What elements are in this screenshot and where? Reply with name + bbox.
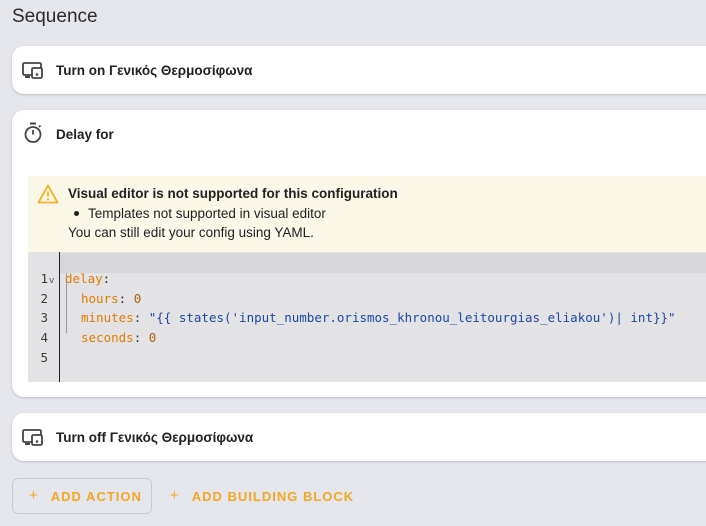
- line-number: 3: [40, 310, 48, 325]
- text-cursor: [59, 252, 60, 382]
- code-line[interactable]: hours: 0: [81, 291, 141, 306]
- action-label: Delay for: [56, 126, 114, 142]
- line-number: 4: [40, 330, 48, 345]
- device-icon: [22, 426, 44, 448]
- action-card-delay[interactable]: Delay for Visual editor is not supported…: [12, 110, 706, 397]
- line-number-gutter: 1 v 2 3 4 5: [28, 252, 60, 382]
- line-number: 2: [40, 291, 48, 306]
- active-line-highlight: [60, 253, 706, 273]
- timer-icon: [22, 122, 44, 144]
- plus-icon: +: [170, 486, 180, 504]
- code-line[interactable]: minutes: "{{ states('input_number.orismo…: [81, 310, 676, 325]
- code-line[interactable]: delay:: [65, 271, 110, 286]
- action-label: Turn off Γενικός Θερμοσίφωνα: [56, 429, 254, 445]
- action-label: Turn on Γενικός Θερμοσίφωνα: [56, 62, 253, 78]
- add-building-block-label: ADD BUILDING BLOCK: [191, 488, 355, 504]
- add-action-label: ADD ACTION: [50, 488, 142, 504]
- device-icon: [22, 59, 44, 81]
- automation-editor: Sequence Turn on Γενικός Θερμοσίφωνα Del…: [0, 0, 706, 526]
- warning-item-text: Templates not supported in visual editor: [88, 206, 326, 221]
- add-action-button[interactable]: + ADD ACTION: [12, 478, 152, 514]
- add-building-block-button[interactable]: + ADD BUILDING BLOCK: [170, 478, 354, 514]
- warning-title: Visual editor is not supported for this …: [68, 186, 398, 201]
- action-card-turn-off[interactable]: Turn off Γενικός Θερμοσίφωνα: [12, 413, 706, 461]
- warning-note: You can still edit your config using YAM…: [68, 225, 314, 240]
- action-card-turn-on[interactable]: Turn on Γενικός Θερμοσίφωνα: [12, 46, 706, 94]
- code-line[interactable]: seconds: 0: [81, 330, 156, 345]
- line-number: 5: [40, 350, 48, 365]
- bullet: [74, 210, 79, 216]
- warning-banner: Visual editor is not supported for this …: [28, 176, 706, 252]
- action-card-header[interactable]: Turn off Γενικός Θερμοσίφωνα: [12, 413, 706, 461]
- yaml-code-editor[interactable]: 1 v 2 3 4 5 delay: hours: 0 minutes: "{{…: [28, 252, 706, 382]
- action-card-header[interactable]: Turn on Γενικός Θερμοσίφωνα: [12, 46, 706, 94]
- section-title: Sequence: [12, 6, 98, 27]
- line-number: 1: [40, 271, 48, 286]
- action-card-header[interactable]: Delay for: [12, 110, 706, 158]
- warning-list-item: Templates not supported in visual editor: [74, 206, 326, 221]
- plus-icon: +: [29, 486, 39, 504]
- fold-chevron-icon[interactable]: v: [49, 276, 54, 286]
- warning-icon: [37, 184, 59, 204]
